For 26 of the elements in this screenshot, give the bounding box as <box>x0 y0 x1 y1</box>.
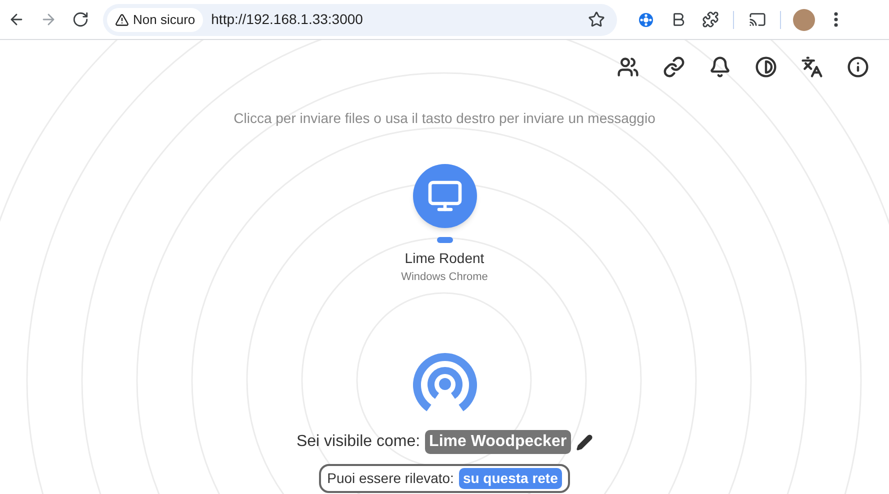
broadcast-logo-icon <box>410 350 478 412</box>
menu-icon <box>834 12 838 27</box>
warning-icon <box>115 12 129 26</box>
visible-as-label: Sei visibile come: <box>296 432 420 452</box>
security-chip[interactable]: Non sicuro <box>107 8 204 32</box>
hint-text: Clicca per inviare files o usa il tasto destro per inviare un messaggio <box>234 109 656 128</box>
theme-icon <box>755 56 777 78</box>
devices-icon <box>617 56 639 78</box>
notifications-icon <box>709 56 731 78</box>
info-icon <box>847 56 869 78</box>
peer-name: Lime Rodent <box>404 249 484 268</box>
discovery-label: Puoi essere rilevato: <box>327 469 454 488</box>
bookmark-star-icon[interactable] <box>588 11 605 28</box>
profile-avatar[interactable] <box>793 8 815 30</box>
peer-device: Windows Chrome <box>401 270 488 285</box>
monitor-icon <box>426 178 462 214</box>
reload-icon <box>72 11 88 28</box>
peer-status-bar <box>436 237 452 243</box>
extensions-icon <box>702 11 718 28</box>
language-icon <box>801 56 823 78</box>
address-bar[interactable]: Non sicuro http://192.168.1.33:3000 <box>103 4 617 36</box>
link-icon <box>663 56 685 78</box>
cast-icon <box>748 11 766 28</box>
url-text: http://192.168.1.33:3000 <box>211 10 363 29</box>
display-name[interactable]: Lime Woodpecker <box>425 430 571 454</box>
edit-icon[interactable] <box>576 434 593 450</box>
